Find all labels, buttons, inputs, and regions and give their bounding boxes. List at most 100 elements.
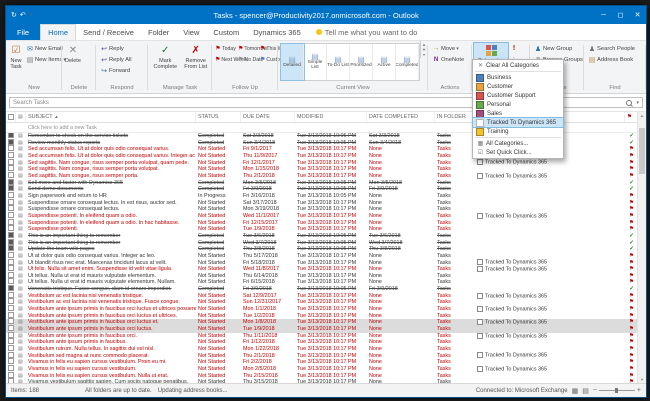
header-date-completed[interactable]: DATE COMPLETED	[367, 112, 435, 122]
table-row[interactable]: ▤Suspendisse ornare consequat lectus. In…	[6, 200, 638, 207]
tab-folder[interactable]: Folder	[141, 24, 176, 40]
forward-button[interactable]: ↪Forward	[98, 65, 134, 76]
tell-me-box[interactable]: Tell me what you want to do	[316, 24, 418, 40]
table-row[interactable]: ▤This is an important thing to rememberC…	[6, 233, 638, 240]
view-simple-list[interactable]: ▤Simple List	[304, 44, 327, 80]
menu-item-personal[interactable]: Personal	[473, 100, 563, 109]
reply-button[interactable]: ↩Reply	[98, 43, 134, 54]
tab-home[interactable]: Home	[40, 24, 76, 40]
menu-item-business[interactable]: Business	[473, 73, 563, 82]
reading-view-button[interactable]: ▤	[582, 387, 589, 395]
row-in-folder: Tasks	[435, 153, 475, 160]
scroll-up-icon[interactable]: ▲	[638, 112, 646, 119]
menu-item-clear-all-categories[interactable]: ✕ Clear All Categories	[473, 61, 563, 70]
delete-button[interactable]: ✕ Delete	[64, 43, 82, 65]
table-row[interactable]: ▤Vivamus in felis eu sapien cursus vesti…	[6, 373, 638, 380]
completed-check-icon: ✓	[629, 180, 634, 186]
table-row[interactable]: ▤Sed sagittis. Nam congue, risus semper …	[6, 160, 638, 167]
row-subject: Sed sagittis. Nam congue, risus semper p…	[26, 160, 196, 167]
table-row[interactable]: ▤Ut tellus. Nulla ut erat id mauris vulp…	[6, 273, 638, 280]
view-to-do-list[interactable]: ▤To-Do List	[327, 44, 350, 80]
follow-up-this-week-button[interactable]: ⚑This Week	[259, 43, 280, 54]
table-row[interactable]: ▤Sed sagittis. Nam congue, risus semper …	[6, 173, 638, 180]
new-task-button[interactable]: ☑ New Task	[8, 43, 24, 71]
header-in-folder[interactable]: IN FOLDER	[435, 112, 475, 122]
maximize-button[interactable]: ◻	[612, 6, 629, 24]
gallery-scrollbar[interactable]: ▲ ▼ ▾	[420, 41, 427, 58]
table-row[interactable]: ▤Vestibulum ante ipsum primis in faucibu…	[6, 319, 638, 326]
table-row[interactable]: ▤Vivamus vestibulum sagittis sapien. Cum…	[6, 379, 638, 383]
header-modified[interactable]: MODIFIED	[295, 112, 367, 122]
table-row[interactable]: ▤Vestibulum ante ipsum primis in faucibu…	[6, 339, 638, 346]
row-task-icon-cell: ▤	[16, 206, 26, 213]
table-row[interactable]: ▤Vestibulum ante ipsum primis in faucibu…	[6, 306, 638, 313]
table-row[interactable]: ▤Vestibulum ac est lacinia nisi venenati…	[6, 293, 638, 300]
zoom-slider[interactable]	[599, 390, 635, 391]
checkbox-icon	[8, 172, 14, 178]
new-group-button[interactable]: ♟New Group	[532, 43, 585, 54]
onenote-button[interactable]: NOneNote	[430, 54, 466, 65]
menu-item-all-categories[interactable]: ▦ All Categories...	[473, 139, 563, 148]
follow-up-custom-button[interactable]: ⚑Custom	[259, 54, 280, 65]
header-status[interactable]: STATUS	[196, 112, 241, 122]
table-row[interactable]: ▤Sign paperwork and return to HRIn Progr…	[6, 193, 638, 200]
menu-item-sales[interactable]: Sales	[473, 109, 563, 118]
reply-all-button[interactable]: ↩Reply All	[98, 54, 134, 65]
header-complete-checkbox[interactable]	[6, 112, 16, 122]
follow-up-today-button[interactable]: ⚑Today	[214, 43, 237, 54]
view-active[interactable]: ▤Active	[373, 44, 396, 80]
zoom-in-button[interactable]: +	[637, 387, 641, 394]
zoom-slider-thumb[interactable]	[615, 388, 618, 393]
row-complete-checkbox[interactable]	[6, 378, 16, 383]
table-row[interactable]: ▤This is an important thing to rememberC…	[6, 240, 638, 247]
follow-up-no-date-button[interactable]: ⚑No Date	[237, 54, 259, 65]
tab-dynamics-365[interactable]: Dynamics 365	[246, 24, 308, 40]
send-receive-icon[interactable]: ↻	[11, 11, 17, 19]
zoom-out-button[interactable]: −	[593, 387, 597, 394]
undo-icon[interactable]: ↶	[20, 11, 26, 19]
table-row[interactable]: ▤Suspendisse potenti. In eleifend quam a…	[6, 213, 638, 220]
vertical-scrollbar[interactable]: ▲ ▼	[637, 112, 646, 383]
address-book-button[interactable]: ▤Address Book	[586, 54, 637, 65]
high-importance-button[interactable]: !	[508, 43, 521, 54]
table-row[interactable]: ▤Ut tellus. Nulla ut erat id mauris vulp…	[6, 279, 638, 286]
table-row[interactable]: ▤Suspendisse potenti. In eleifend quam a…	[6, 220, 638, 227]
table-row[interactable]: ▤Update the team wiki pagesCompletedThu …	[6, 246, 638, 253]
menu-item-tracked-to-dynamics-365[interactable]: Tracked To Dynamics 365	[473, 118, 563, 127]
mark-complete-button[interactable]: ✓ Mark Complete	[150, 43, 181, 71]
qat-customize-icon[interactable]: ▾	[30, 12, 33, 18]
tab-send-receive[interactable]: Send / Receive	[76, 24, 141, 40]
table-row[interactable]: ▤Suspendisse potenti.Not StartedTue 1/9/…	[6, 226, 638, 233]
tab-file[interactable]: File	[6, 24, 40, 40]
search-people-button[interactable]: ♟Search People	[586, 43, 637, 54]
table-row[interactable]: ▤Vestibulum ante ipsum primis in faucibu…	[6, 333, 638, 340]
table-row[interactable]: ▤Vivamus in felis eu sapien cursus vesti…	[6, 366, 638, 373]
move-button[interactable]: →Move▾	[430, 43, 466, 54]
scrollbar-thumb[interactable]	[639, 128, 645, 174]
tab-custom[interactable]: Custom	[206, 24, 246, 40]
header-item-icon[interactable]: ▤	[16, 112, 26, 122]
close-button[interactable]: ✕	[629, 6, 646, 24]
table-row[interactable]: ▤Ut felis. Nulla sit amet enim. Suspendi…	[6, 266, 638, 273]
view-detailed[interactable]: ▤Detailed	[281, 44, 304, 80]
follow-up-tomorrow-button[interactable]: ⚑Tomorrow	[237, 43, 259, 54]
menu-item-customer[interactable]: Customer	[473, 82, 563, 91]
tab-view[interactable]: View	[176, 24, 206, 40]
minimize-button[interactable]: ─	[595, 6, 612, 24]
completed-check-icon: ✓	[629, 233, 634, 239]
search-scope-chevron-icon[interactable]: ▾	[636, 100, 639, 106]
normal-view-button[interactable]: ▦	[572, 387, 579, 395]
table-row[interactable]: ▤Vestibulum sed magna at nunc commodo pl…	[6, 353, 638, 360]
table-row[interactable]: ▤Send demo documentsCompletedFri 3/9/201…	[6, 186, 638, 193]
table-row[interactable]: ▤Sell more and faster with Dynamics 365C…	[6, 180, 638, 187]
view-prioritized[interactable]: ▤Prioritized	[350, 44, 373, 80]
header-due-date[interactable]: DUE DATE	[241, 112, 295, 122]
view-completed[interactable]: ▤Completed	[396, 44, 419, 80]
remove-from-list-button[interactable]: ✗ Remove From List	[181, 43, 212, 71]
menu-item-customer-support[interactable]: Customer Support	[473, 91, 563, 100]
scroll-down-icon[interactable]: ▼	[638, 376, 646, 383]
follow-up-next-week-button[interactable]: ⚑Next Week	[214, 54, 237, 65]
menu-item-set-quick-click[interactable]: ☑ Set Quick Click...	[473, 148, 563, 157]
menu-item-training[interactable]: Training	[473, 127, 563, 136]
header-subject[interactable]: SUBJECT ▴	[26, 112, 196, 122]
